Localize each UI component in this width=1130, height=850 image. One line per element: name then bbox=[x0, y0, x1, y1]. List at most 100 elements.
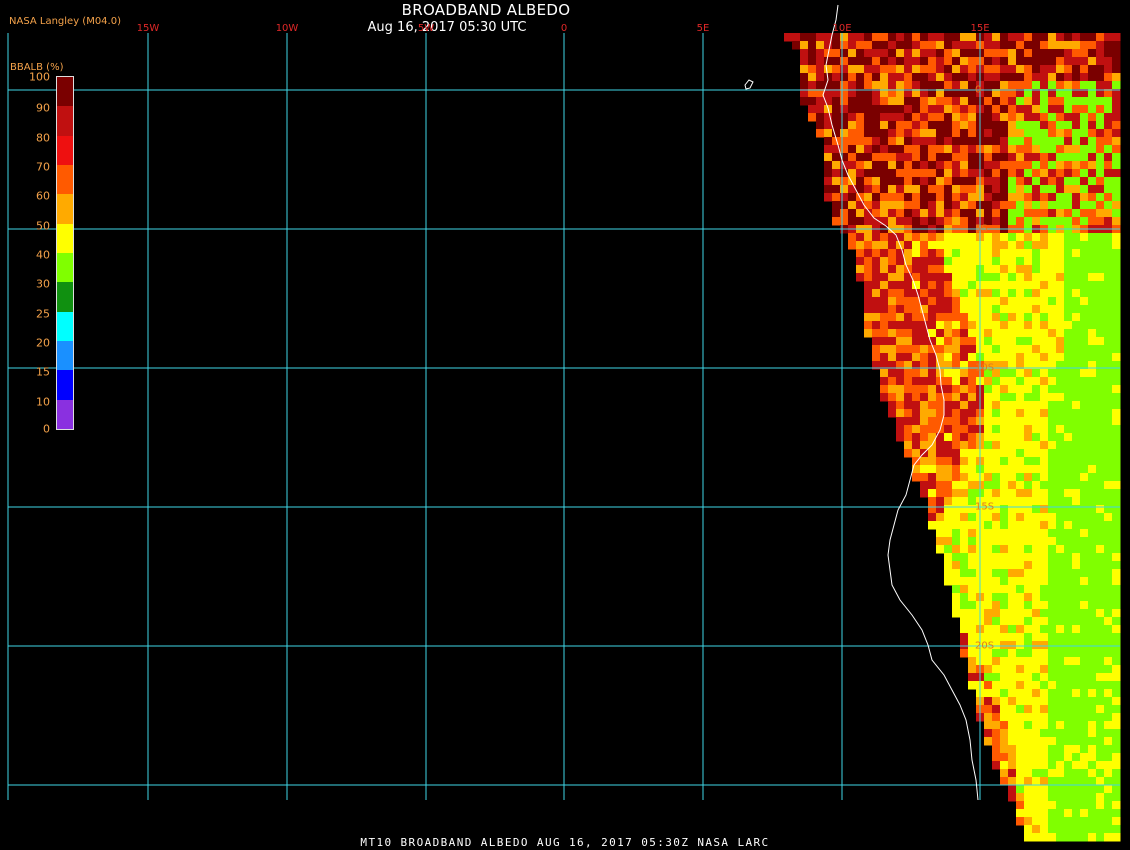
albedo-pixel bbox=[1088, 617, 1097, 626]
albedo-pixel bbox=[1016, 489, 1025, 498]
albedo-pixel bbox=[1032, 145, 1041, 154]
albedo-pixel bbox=[912, 337, 921, 346]
albedo-pixel bbox=[1088, 49, 1097, 58]
albedo-pixel bbox=[912, 401, 921, 410]
albedo-pixel bbox=[1104, 161, 1113, 170]
albedo-pixel bbox=[856, 265, 865, 274]
albedo-pixel bbox=[896, 313, 905, 322]
albedo-pixel bbox=[1056, 593, 1065, 602]
albedo-pixel bbox=[1048, 201, 1057, 210]
albedo-pixel bbox=[888, 65, 897, 74]
albedo-pixel bbox=[992, 153, 1001, 162]
albedo-pixel bbox=[1056, 737, 1065, 746]
albedo-pixel bbox=[1032, 321, 1041, 330]
albedo-pixel bbox=[1088, 41, 1097, 50]
albedo-pixel bbox=[1088, 377, 1097, 386]
albedo-pixel bbox=[1112, 345, 1121, 354]
albedo-pixel bbox=[960, 217, 969, 226]
albedo-field bbox=[784, 33, 1121, 842]
albedo-pixel bbox=[960, 177, 969, 186]
albedo-pixel bbox=[1008, 177, 1017, 186]
albedo-pixel bbox=[920, 297, 929, 306]
albedo-pixel bbox=[1064, 49, 1073, 58]
albedo-pixel bbox=[960, 65, 969, 74]
albedo-pixel bbox=[1024, 569, 1033, 578]
albedo-pixel bbox=[992, 41, 1001, 50]
map-canvas bbox=[7, 4, 1121, 842]
albedo-pixel bbox=[1064, 113, 1073, 122]
albedo-pixel bbox=[1000, 473, 1009, 482]
albedo-pixel bbox=[1056, 169, 1065, 178]
albedo-pixel bbox=[952, 33, 961, 42]
albedo-pixel bbox=[1048, 81, 1057, 90]
albedo-pixel bbox=[984, 41, 993, 50]
albedo-pixel bbox=[1096, 633, 1105, 642]
albedo-pixel bbox=[1072, 113, 1081, 122]
albedo-pixel bbox=[1080, 321, 1089, 330]
albedo-pixel bbox=[952, 441, 961, 450]
albedo-pixel bbox=[920, 33, 929, 42]
albedo-pixel bbox=[1096, 425, 1105, 434]
albedo-pixel bbox=[1072, 809, 1081, 818]
albedo-pixel bbox=[824, 41, 833, 50]
albedo-pixel bbox=[1000, 529, 1009, 538]
albedo-pixel bbox=[1072, 521, 1081, 530]
albedo-pixel bbox=[1008, 169, 1017, 178]
albedo-pixel bbox=[1096, 81, 1105, 90]
albedo-pixel bbox=[824, 129, 833, 138]
albedo-pixel bbox=[984, 161, 993, 170]
albedo-pixel bbox=[1088, 185, 1097, 194]
albedo-pixel bbox=[912, 417, 921, 426]
albedo-pixel bbox=[936, 305, 945, 314]
albedo-pixel bbox=[872, 81, 881, 90]
albedo-pixel bbox=[992, 81, 1001, 90]
albedo-pixel bbox=[1056, 257, 1065, 266]
albedo-pixel bbox=[936, 345, 945, 354]
albedo-pixel bbox=[944, 65, 953, 74]
albedo-pixel bbox=[1016, 817, 1025, 826]
albedo-pixel bbox=[1080, 137, 1089, 146]
albedo-pixel bbox=[1056, 321, 1065, 330]
albedo-pixel bbox=[896, 329, 905, 338]
albedo-pixel bbox=[1096, 433, 1105, 442]
albedo-pixel bbox=[1064, 737, 1073, 746]
albedo-pixel bbox=[880, 393, 889, 402]
albedo-pixel bbox=[832, 41, 841, 50]
albedo-pixel bbox=[1008, 729, 1017, 738]
albedo-pixel bbox=[1056, 289, 1065, 298]
albedo-pixel bbox=[936, 217, 945, 226]
albedo-pixel bbox=[1080, 161, 1089, 170]
albedo-pixel bbox=[880, 385, 889, 394]
albedo-pixel bbox=[1040, 305, 1049, 314]
albedo-pixel bbox=[1000, 553, 1009, 562]
albedo-pixel bbox=[1104, 185, 1113, 194]
albedo-pixel bbox=[880, 105, 889, 114]
albedo-pixel bbox=[968, 169, 977, 178]
albedo-pixel bbox=[1112, 241, 1121, 250]
albedo-pixel bbox=[928, 489, 937, 498]
albedo-pixel bbox=[1096, 465, 1105, 474]
albedo-pixel bbox=[1024, 745, 1033, 754]
albedo-pixel bbox=[1064, 249, 1073, 258]
albedo-pixel bbox=[1096, 569, 1105, 578]
albedo-pixel bbox=[1104, 689, 1113, 698]
albedo-pixel bbox=[1064, 81, 1073, 90]
albedo-pixel bbox=[864, 129, 873, 138]
albedo-pixel bbox=[936, 153, 945, 162]
lon-label-10W: 10W bbox=[275, 23, 299, 34]
albedo-pixel bbox=[1032, 521, 1041, 530]
albedo-pixel bbox=[1008, 721, 1017, 730]
albedo-pixel bbox=[1080, 601, 1089, 610]
albedo-pixel bbox=[1032, 105, 1041, 114]
albedo-pixel bbox=[952, 249, 961, 258]
albedo-pixel bbox=[1064, 545, 1073, 554]
albedo-pixel bbox=[1064, 217, 1073, 226]
albedo-pixel bbox=[1008, 465, 1017, 474]
albedo-pixel bbox=[1032, 633, 1041, 642]
albedo-pixel bbox=[952, 457, 961, 466]
albedo-pixel bbox=[1040, 425, 1049, 434]
albedo-pixel bbox=[1032, 441, 1041, 450]
albedo-pixel bbox=[1064, 385, 1073, 394]
albedo-pixel bbox=[1008, 553, 1017, 562]
albedo-pixel bbox=[896, 161, 905, 170]
